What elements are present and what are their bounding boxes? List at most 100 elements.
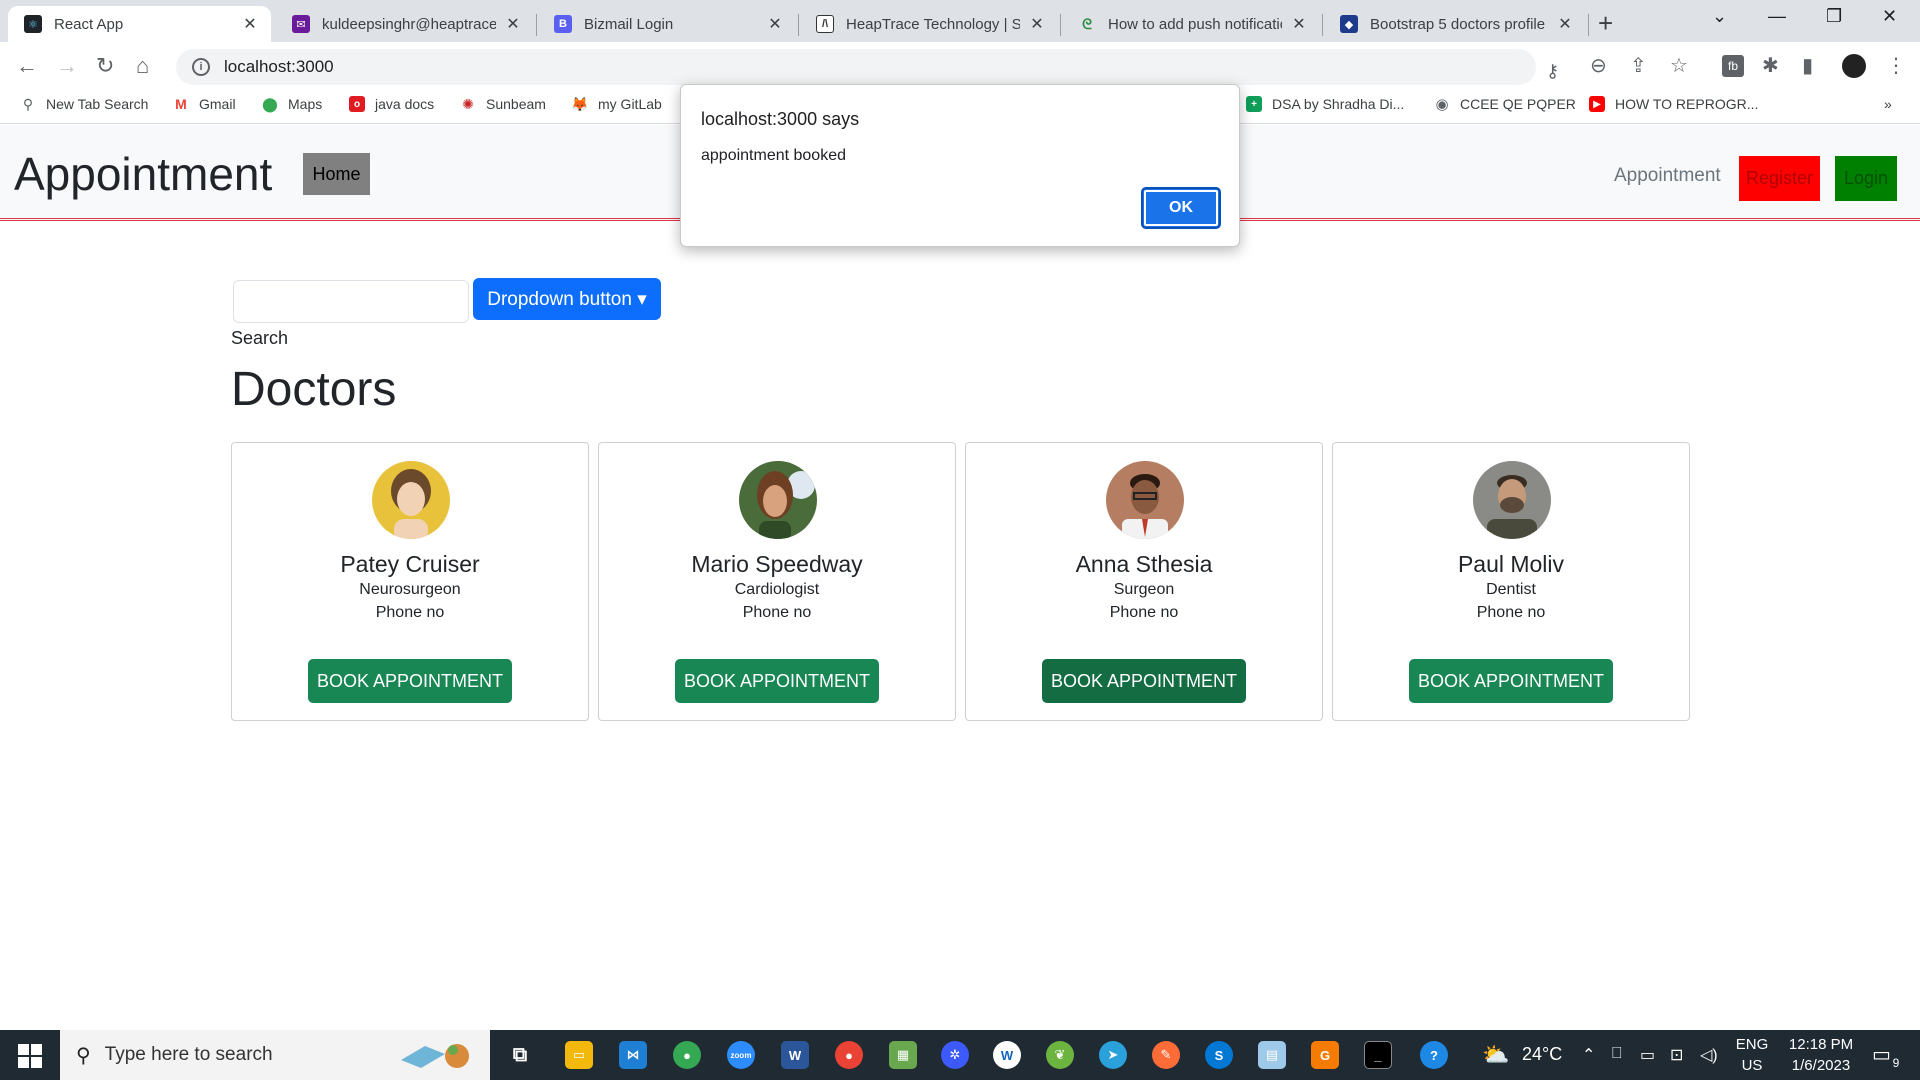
book-appointment-button[interactable]: BOOK APPOINTMENT	[308, 659, 512, 703]
home-button[interactable]: Home	[303, 153, 370, 195]
browser-toolbar: ← → ↻ ⌂ i localhost:3000 ⚷ ⊖ ⇪ ☆ fb ✱ ▮ …	[0, 42, 1920, 90]
close-icon[interactable]: ✕	[1556, 14, 1574, 34]
bookmark-ccee[interactable]: ◉ CCEE QE PQPER	[1434, 96, 1575, 113]
postman-icon[interactable]: ✎	[1152, 1041, 1180, 1069]
tab-search-icon[interactable]: ⌄	[1712, 6, 1727, 27]
alert-dialog: localhost:3000 says appointment booked O…	[680, 84, 1240, 247]
close-icon[interactable]: ✕	[504, 14, 522, 34]
site-info-icon[interactable]: i	[192, 58, 210, 76]
key-icon[interactable]: ⚷	[1546, 61, 1559, 82]
tab-react-app[interactable]: ⚛ React App ✕	[8, 6, 271, 42]
restore-icon[interactable]: ❐	[1826, 6, 1842, 27]
share-icon[interactable]: ⇪	[1630, 53, 1647, 78]
battery-icon[interactable]: ▭	[1640, 1045, 1655, 1065]
book-appointment-button[interactable]: BOOK APPOINTMENT	[675, 659, 879, 703]
bookmark-label: New Tab Search	[46, 96, 149, 112]
tab-gfg[interactable]: ᘓ How to add push notificatio ✕	[1062, 6, 1320, 42]
side-panel-icon[interactable]: ▮	[1802, 53, 1813, 78]
bookmark-java-docs[interactable]: o java docs	[349, 96, 434, 112]
chrome-icon[interactable]: ●	[673, 1041, 701, 1069]
bookmark-new-tab-search[interactable]: ⚲ New Tab Search	[20, 96, 149, 113]
clock-date[interactable]: 1/6/2023	[1776, 1057, 1866, 1074]
close-icon[interactable]: ✕	[241, 14, 259, 34]
language-top[interactable]: ENG	[1732, 1036, 1772, 1053]
spreadsheet-icon[interactable]: ▦	[889, 1041, 917, 1069]
window-close-icon[interactable]: ✕	[1882, 6, 1897, 27]
extension-icon[interactable]: fb	[1722, 55, 1744, 77]
new-tab-icon[interactable]: +	[1598, 8, 1613, 39]
address-bar[interactable]: i localhost:3000 ⚷	[176, 49, 1559, 85]
network-icon[interactable]: ⊡	[1670, 1045, 1683, 1065]
book-appointment-button[interactable]: BOOK APPOINTMENT	[1409, 659, 1613, 703]
tab-mail[interactable]: ✉ kuldeepsinghr@heaptrace.c ✕	[276, 6, 534, 42]
task-view-icon[interactable]: ⧉	[506, 1041, 534, 1069]
vscode-icon[interactable]: ⋈	[619, 1041, 647, 1069]
tab-separator	[1060, 14, 1061, 36]
bookmark-gmail[interactable]: M Gmail	[173, 96, 236, 112]
register-button[interactable]: Register	[1739, 156, 1820, 201]
search-icon: ⚲	[76, 1044, 91, 1067]
close-icon[interactable]: ✕	[766, 14, 784, 34]
brand-title[interactable]: Appointment	[14, 147, 272, 201]
tab-bootstrap[interactable]: ◆ Bootstrap 5 doctors profile ✕	[1324, 6, 1586, 42]
maps-icon: ⬤	[262, 95, 278, 112]
tab-title: kuldeepsinghr@heaptrace.c	[322, 15, 496, 33]
alert-ok-button[interactable]: OK	[1141, 187, 1221, 229]
bookmark-dsa[interactable]: + DSA by Shradha Di...	[1246, 96, 1404, 112]
spring-icon[interactable]: ❦	[1046, 1041, 1074, 1069]
search-input[interactable]	[233, 280, 469, 323]
globe-icon: ◉	[1435, 96, 1449, 113]
clock-time[interactable]: 12:18 PM	[1776, 1036, 1866, 1053]
doctor-avatar	[739, 461, 817, 539]
taskbar-search[interactable]: ⚲ Type here to search	[60, 1030, 490, 1080]
help-icon[interactable]: ?	[1420, 1041, 1448, 1069]
file-explorer-icon[interactable]: ▭	[565, 1041, 593, 1069]
skype-icon[interactable]: S	[1205, 1041, 1233, 1069]
doctor-name: Mario Speedway	[691, 551, 863, 577]
terminal-icon[interactable]: _	[1364, 1041, 1392, 1069]
reload-icon[interactable]: ↻	[96, 53, 114, 79]
word-icon[interactable]: W	[781, 1041, 809, 1069]
weather-icon[interactable]: ⛅	[1482, 1041, 1510, 1069]
bookmark-label: DSA by Shradha Di...	[1272, 96, 1405, 112]
chrome-active-icon[interactable]: ●	[835, 1041, 863, 1069]
bookmark-label: my GitLab	[598, 96, 662, 112]
tab-bizmail[interactable]: B Bizmail Login ✕	[538, 6, 796, 42]
language-bottom[interactable]: US	[1732, 1057, 1772, 1074]
bookmark-gitlab[interactable]: 🦊 my GitLab	[571, 96, 662, 113]
bookmark-star-icon[interactable]: ☆	[1670, 53, 1688, 78]
bookmark-reprogram[interactable]: ▶ HOW TO REPROGR...	[1589, 96, 1758, 112]
dropdown-button[interactable]: Dropdown button ▾	[473, 278, 661, 320]
notes-icon[interactable]: ▤	[1258, 1041, 1286, 1069]
menu-icon[interactable]: ⋮	[1886, 53, 1906, 78]
zoom-icon[interactable]: ⊖	[1590, 53, 1607, 78]
bookmark-maps[interactable]: ⬤ Maps	[262, 95, 322, 113]
pdf-icon[interactable]: G	[1311, 1041, 1339, 1069]
app-w-icon[interactable]: W	[993, 1041, 1021, 1069]
more-bookmarks-icon[interactable]: »	[1884, 96, 1892, 112]
windows-start-icon[interactable]	[18, 1044, 42, 1068]
doctor-name: Anna Sthesia	[1075, 551, 1213, 577]
close-icon[interactable]: ✕	[1028, 14, 1046, 34]
profile-avatar[interactable]	[1842, 54, 1866, 78]
back-icon[interactable]: ←	[16, 53, 38, 79]
bookmark-label: Gmail	[199, 96, 236, 112]
bookmark-sunbeam[interactable]: ✺ Sunbeam	[460, 96, 546, 113]
settings-gear-icon[interactable]: ✲	[941, 1041, 969, 1069]
tray-chevron-icon[interactable]: ⌃	[1582, 1045, 1595, 1065]
close-icon[interactable]: ✕	[1290, 14, 1308, 34]
meet-icon[interactable]: ⎕	[1612, 1045, 1622, 1063]
appointment-link[interactable]: Appointment	[1614, 165, 1721, 187]
login-button[interactable]: Login	[1835, 156, 1897, 201]
home-icon[interactable]: ⌂	[136, 53, 149, 79]
tab-heaptrace[interactable]: /\ HeapTrace Technology | Sm ✕	[800, 6, 1058, 42]
extensions-puzzle-icon[interactable]: ✱	[1762, 53, 1779, 78]
bookmark-label: HOW TO REPROGR...	[1615, 96, 1759, 112]
forward-icon[interactable]: →	[56, 53, 78, 79]
minimize-icon[interactable]: —	[1768, 6, 1786, 27]
zoom-icon[interactable]: zoom	[727, 1041, 755, 1069]
telegram-icon[interactable]: ➤	[1099, 1041, 1127, 1069]
volume-icon[interactable]: ◁)	[1700, 1045, 1718, 1065]
book-appointment-button[interactable]: BOOK APPOINTMENT	[1042, 659, 1246, 703]
weather-temp[interactable]: 24°C	[1522, 1044, 1562, 1065]
